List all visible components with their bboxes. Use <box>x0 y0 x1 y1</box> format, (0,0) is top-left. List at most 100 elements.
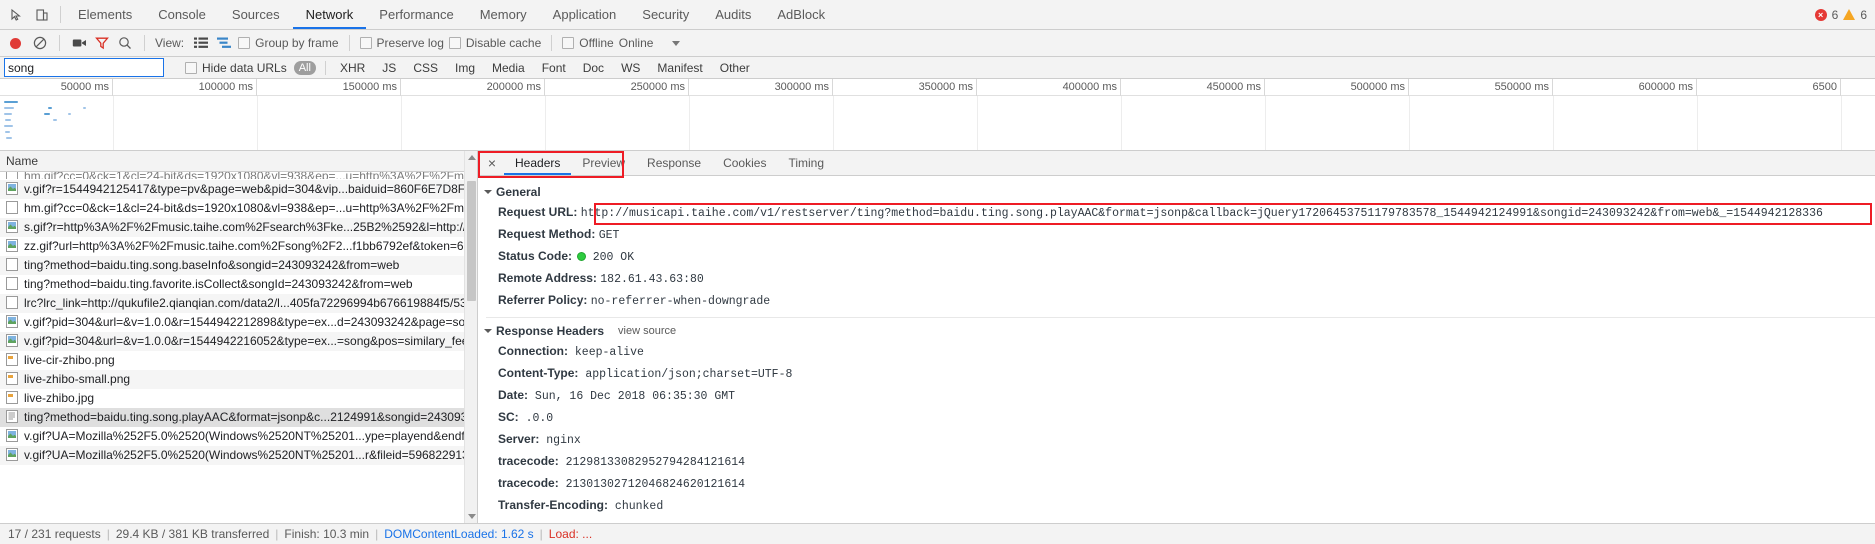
error-count: 6 <box>1831 7 1839 22</box>
request-method-row: Request Method: GET <box>478 224 1875 246</box>
filter-type-font[interactable]: Font <box>537 60 571 76</box>
request-row[interactable]: s.gif?r=http%3A%2F%2Fmusic.taihe.com%2Fs… <box>0 218 477 237</box>
request-row[interactable]: v.gif?pid=304&url=&v=1.0.0&r=15449422160… <box>0 332 477 351</box>
remote-address-value: 182.61.43.63:80 <box>600 273 704 286</box>
request-row[interactable]: v.gif?UA=Mozilla%252F5.0%2520(Windows%25… <box>0 446 477 465</box>
filter-type-media[interactable]: Media <box>487 60 530 76</box>
tab-adblock[interactable]: AdBlock <box>764 0 838 29</box>
details-tabbar: × Headers Preview Response Cookies Timin… <box>478 151 1875 176</box>
hide-data-urls-checkbox[interactable]: Hide data URLs <box>185 61 287 75</box>
request-row[interactable]: ting?method=baidu.ting.song.baseInfo&son… <box>0 256 477 275</box>
doc-icon <box>6 258 19 272</box>
general-section-header[interactable]: General <box>478 182 1875 202</box>
request-row[interactable]: ting?method=baidu.ting.song.playAAC&form… <box>0 408 477 427</box>
filter-type-css[interactable]: CSS <box>408 60 443 76</box>
timeline-tick: 50000 ms <box>0 79 113 96</box>
network-overview[interactable]: 50000 ms 100000 ms 150000 ms 200000 ms 25000… <box>0 79 1875 151</box>
load-time: Load: ... <box>548 527 593 541</box>
group-by-frame-checkbox[interactable]: Group by frame <box>238 36 339 50</box>
network-body: Name hm.gif?cc=0&ck=1&cl=24-bit&ds=1920x… <box>0 151 1875 523</box>
referrer-policy-key: Referrer Policy: <box>498 293 588 307</box>
overview-request-bar <box>5 119 11 121</box>
tab-memory[interactable]: Memory <box>467 0 540 29</box>
network-toolbar: View: Group by frame Preserve log Disabl… <box>0 30 1875 57</box>
requests-scrollbar[interactable] <box>464 151 477 523</box>
preserve-log-checkbox[interactable]: Preserve log <box>359 36 444 50</box>
request-row[interactable]: hm.gif?cc=0&ck=1&cl=24-bit&ds=1920x1080&… <box>0 199 477 218</box>
timeline-gridline <box>1409 96 1410 150</box>
tab-headers[interactable]: Headers <box>504 151 572 175</box>
filter-type-ws[interactable]: WS <box>616 60 645 76</box>
request-row[interactable]: live-zhibo.jpg <box>0 389 477 408</box>
filter-icon[interactable] <box>93 34 111 52</box>
close-icon[interactable]: × <box>480 151 504 175</box>
waterfall-view-icon[interactable] <box>215 34 233 52</box>
offline-checkbox[interactable]: Offline <box>562 36 614 50</box>
view-source-link[interactable]: view source <box>618 325 676 337</box>
tab-sources[interactable]: Sources <box>219 0 293 29</box>
toolbar-divider-2 <box>144 35 145 51</box>
image-icon <box>6 182 19 196</box>
request-row[interactable]: ting?method=baidu.ting.favorite.isCollec… <box>0 275 477 294</box>
requests-column-header[interactable]: Name <box>0 151 477 172</box>
throttling-select[interactable]: Online <box>619 36 654 50</box>
statusbar-divider-2: | <box>275 527 279 541</box>
response-headers-section-header[interactable]: Response Headers view source <box>478 321 1875 341</box>
scrollbar-thumb[interactable] <box>467 181 476 301</box>
timeline-gridline <box>1553 96 1554 150</box>
filter-type-xhr[interactable]: XHR <box>335 60 370 76</box>
request-row[interactable]: hm.gif?cc=0&ck=1&cl=24-bit&ds=1920x1080&… <box>0 172 477 180</box>
devtools-tabbar: Elements Console Sources Network Perform… <box>0 0 1875 30</box>
tab-cookies[interactable]: Cookies <box>712 151 777 175</box>
request-row[interactable]: v.gif?pid=304&url=&v=1.0.0&r=15449422128… <box>0 313 477 332</box>
scroll-up-arrow[interactable] <box>468 155 476 160</box>
record-button[interactable] <box>10 37 21 49</box>
request-row[interactable]: lrc?lrc_link=http://qukufile2.qianqian.c… <box>0 294 477 313</box>
device-toolbar-icon[interactable] <box>34 7 50 23</box>
request-row[interactable]: live-zhibo-small.png <box>0 370 477 389</box>
tab-label: Performance <box>379 7 454 22</box>
tab-preview[interactable]: Preview <box>571 151 636 175</box>
filter-type-img[interactable]: Img <box>450 60 480 76</box>
tab-console[interactable]: Console <box>145 0 219 29</box>
tab-network[interactable]: Network <box>292 0 367 29</box>
tab-label: Security <box>642 7 690 22</box>
inspect-icon[interactable] <box>8 7 24 23</box>
header-key: Server: <box>498 432 540 446</box>
request-row[interactable]: v.gif?UA=Mozilla%252F5.0%2520(Windows%25… <box>0 427 477 446</box>
tab-elements[interactable]: Elements <box>65 0 145 29</box>
filter-input[interactable] <box>4 58 164 77</box>
response-header-row: Transfer-Encoding: chunked <box>478 495 1875 517</box>
tab-performance[interactable]: Performance <box>366 0 466 29</box>
checkbox-label: Offline <box>579 36 614 50</box>
tab-application[interactable]: Application <box>540 0 630 29</box>
request-name: v.gif?UA=Mozilla%252F5.0%2520(Windows%25… <box>24 448 477 462</box>
checkbox-label: Preserve log <box>376 36 444 50</box>
search-icon[interactable] <box>116 34 134 52</box>
tab-security[interactable]: Security <box>629 0 702 29</box>
camera-icon[interactable] <box>70 34 88 52</box>
chevron-down-icon[interactable] <box>672 40 681 46</box>
request-row[interactable]: live-cir-zhibo.png <box>0 351 477 370</box>
filter-type-all[interactable]: All <box>293 60 316 75</box>
overview-request-bar <box>4 107 14 109</box>
timeline-gridline <box>545 96 546 150</box>
clear-icon[interactable] <box>31 34 49 52</box>
filter-type-js[interactable]: JS <box>377 60 401 76</box>
tab-audits[interactable]: Audits <box>702 0 764 29</box>
scroll-down-arrow[interactable] <box>468 514 476 519</box>
referrer-policy-value: no-referrer-when-downgrade <box>590 295 771 308</box>
request-row[interactable]: v.gif?r=1544942125417&type=pv&page=web&p… <box>0 180 477 199</box>
requests-list[interactable]: hm.gif?cc=0&ck=1&cl=24-bit&ds=1920x1080&… <box>0 172 477 523</box>
filter-type-doc[interactable]: Doc <box>578 60 609 76</box>
filter-type-manifest[interactable]: Manifest <box>652 60 707 76</box>
tab-response[interactable]: Response <box>636 151 712 175</box>
filter-type-other[interactable]: Other <box>715 60 755 76</box>
general-title: General <box>496 185 541 199</box>
request-url-value[interactable]: http://musicapi.taihe.com/v1/restserver/… <box>581 207 1823 220</box>
error-warning-counters[interactable]: × 6 6 <box>1814 0 1867 29</box>
list-view-icon[interactable] <box>192 34 210 52</box>
disable-cache-checkbox[interactable]: Disable cache <box>448 36 541 50</box>
request-row[interactable]: zz.gif?url=http%3A%2F%2Fmusic.taihe.com%… <box>0 237 477 256</box>
tab-timing[interactable]: Timing <box>777 151 835 175</box>
